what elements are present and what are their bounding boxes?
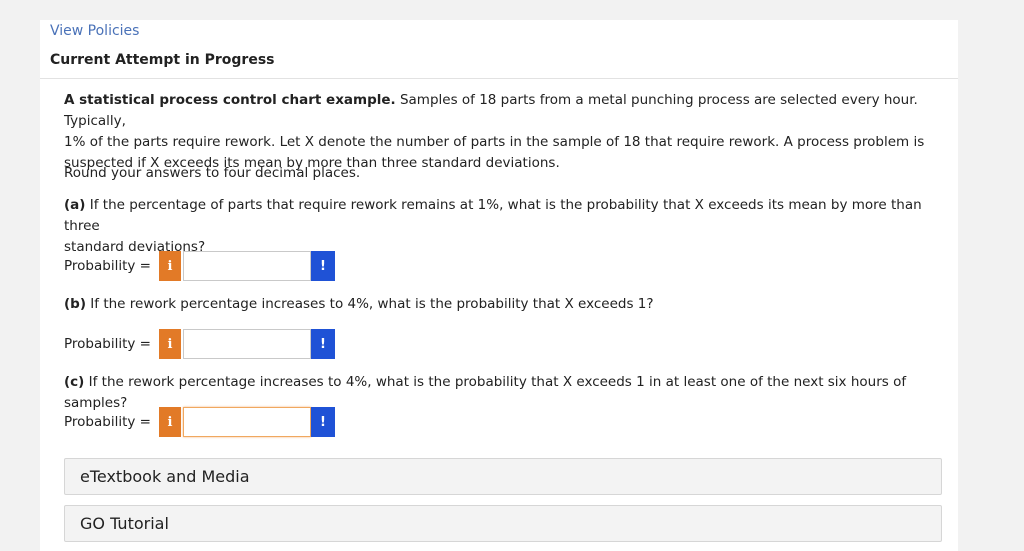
part-a-label: (a) xyxy=(64,197,86,213)
alert-icon[interactable]: ! xyxy=(310,251,335,281)
go-tutorial-button[interactable]: GO Tutorial xyxy=(64,505,942,542)
probability-input-c[interactable] xyxy=(182,407,311,437)
part-b-label: (b) xyxy=(64,296,87,312)
alert-icon[interactable]: ! xyxy=(310,329,335,359)
view-policies-link[interactable]: View Policies xyxy=(50,23,139,39)
etextbook-media-button[interactable]: eTextbook and Media xyxy=(64,458,942,495)
part-c-label: (c) xyxy=(64,374,85,390)
part-b-question: (b) If the rework percentage increases t… xyxy=(64,294,654,315)
answer-row-c: Probability = i ! xyxy=(64,405,335,439)
alert-icon[interactable]: ! xyxy=(310,407,335,437)
divider xyxy=(40,78,958,79)
info-icon[interactable]: i xyxy=(158,329,181,359)
question-page: View Policies Current Attempt in Progres… xyxy=(40,20,958,551)
probability-label-c: Probability = xyxy=(64,413,151,430)
part-b-text: If the rework percentage increases to 4%… xyxy=(86,296,654,312)
question-intro: A statistical process control chart exam… xyxy=(64,90,944,174)
probability-input-b[interactable] xyxy=(182,329,311,359)
probability-label-a: Probability = xyxy=(64,257,151,274)
attempt-title: Current Attempt in Progress xyxy=(50,52,275,68)
intro-title: A statistical process control chart exam… xyxy=(64,92,396,108)
intro-text-2: 1% of the parts require rework. Let X de… xyxy=(64,134,925,150)
answer-row-b: Probability = i ! xyxy=(64,327,335,361)
answer-row-a: Probability = i ! xyxy=(64,249,335,283)
round-note: Round your answers to four decimal place… xyxy=(64,165,361,181)
info-icon[interactable]: i xyxy=(158,407,181,437)
probability-label-b: Probability = xyxy=(64,335,151,352)
info-icon[interactable]: i xyxy=(158,251,181,281)
probability-input-a[interactable] xyxy=(182,251,311,281)
question-content: A statistical process control chart exam… xyxy=(64,90,944,437)
part-a-text-1: If the percentage of parts that require … xyxy=(64,197,922,234)
